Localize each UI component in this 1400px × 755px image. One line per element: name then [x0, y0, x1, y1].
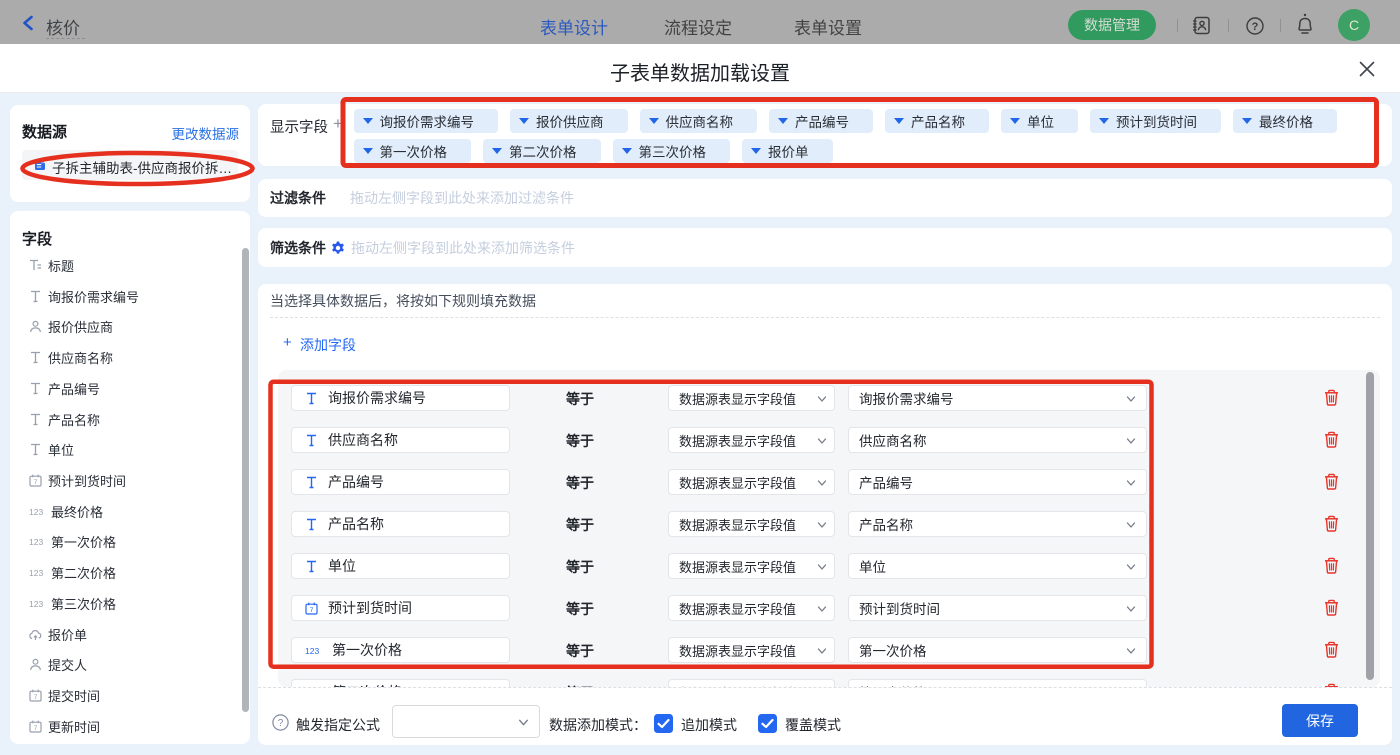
svg-text:?: ?: [1252, 21, 1259, 33]
svg-text:7: 7: [34, 694, 38, 701]
svg-text:7: 7: [310, 607, 314, 614]
svg-text:7: 7: [34, 725, 38, 732]
svg-text:123: 123: [29, 507, 43, 517]
svg-text:123: 123: [29, 568, 43, 578]
svg-text:123: 123: [305, 646, 319, 656]
svg-text:7: 7: [34, 479, 38, 486]
svg-text:123: 123: [29, 537, 43, 547]
svg-text:?: ?: [278, 718, 284, 729]
svg-text:123: 123: [29, 599, 43, 609]
